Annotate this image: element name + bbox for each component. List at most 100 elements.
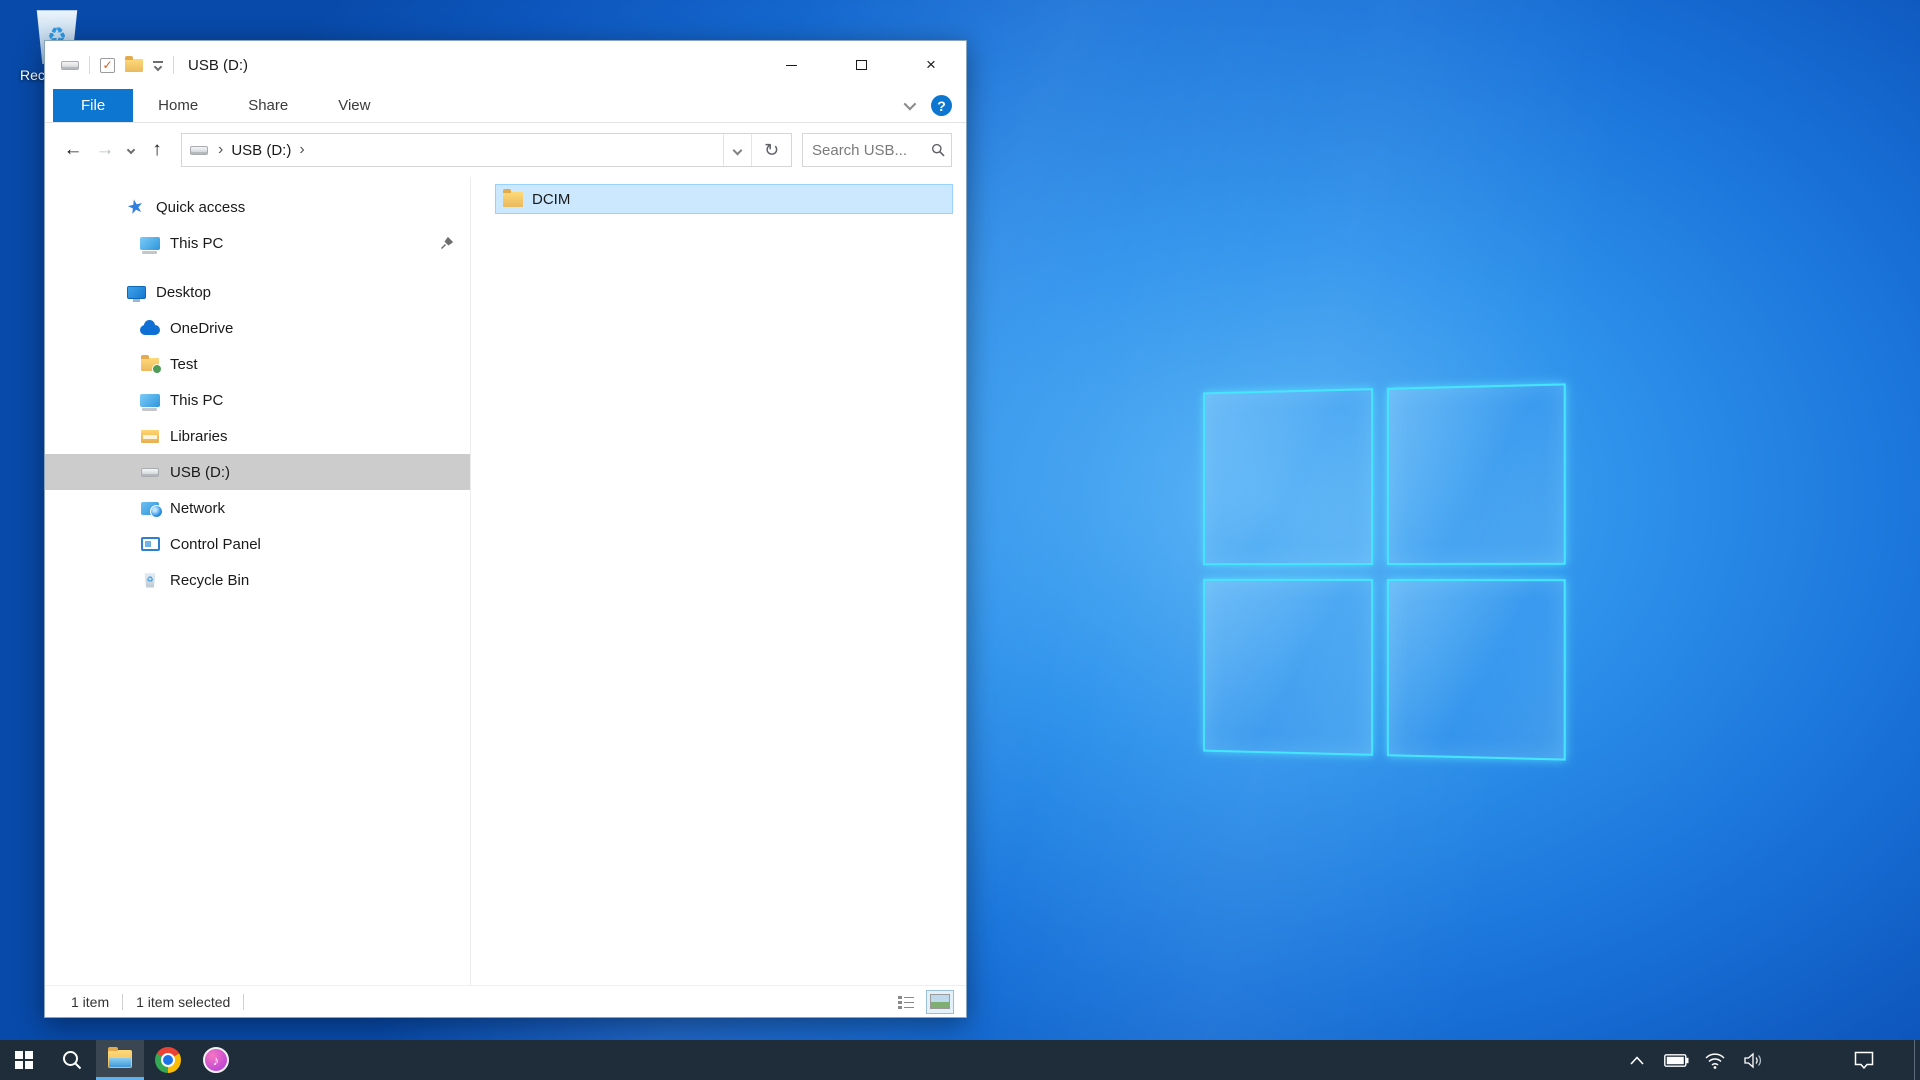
thumbnails-view-icon bbox=[930, 994, 950, 1009]
sidebar-item-label: Recycle Bin bbox=[170, 572, 249, 589]
sidebar-item-network[interactable]: Network bbox=[45, 490, 470, 526]
sidebar-item-label: OneDrive bbox=[170, 320, 233, 337]
sidebar-item-label: Control Panel bbox=[170, 536, 261, 553]
minimize-button[interactable] bbox=[756, 41, 826, 89]
usb-drive-icon bbox=[61, 61, 79, 70]
address-bar[interactable]: › USB (D:) › ↻ bbox=[181, 133, 792, 167]
title-bar[interactable]: ✓ USB (D:) × bbox=[45, 41, 966, 89]
tray-network-button[interactable] bbox=[1700, 1040, 1730, 1080]
chevron-down-icon bbox=[733, 145, 743, 155]
address-dropdown-button[interactable] bbox=[723, 134, 751, 166]
separator bbox=[122, 994, 123, 1010]
windows-logo-wallpaper bbox=[1203, 383, 1566, 760]
search-input[interactable] bbox=[812, 142, 931, 159]
taskbar-itunes-button[interactable]: ♪ bbox=[192, 1040, 240, 1080]
taskbar: ♪ bbox=[0, 1040, 1920, 1080]
system-tray bbox=[1622, 1040, 1920, 1080]
breadcrumb-separator: › bbox=[214, 141, 227, 159]
usb-drive-icon bbox=[141, 468, 159, 477]
file-explorer-icon bbox=[108, 1050, 132, 1068]
sidebar-item-this-pc-pinned[interactable]: This PC bbox=[45, 225, 470, 261]
monitor-icon bbox=[140, 394, 160, 407]
chrome-icon bbox=[155, 1047, 181, 1073]
breadcrumb-usb-drive[interactable]: USB (D:) bbox=[227, 142, 295, 159]
sidebar-item-libraries[interactable]: Libraries bbox=[45, 418, 470, 454]
sidebar-item-label: Network bbox=[170, 500, 225, 517]
logo-pane bbox=[1387, 579, 1566, 761]
item-count: 1 item bbox=[71, 994, 109, 1010]
separator bbox=[89, 56, 90, 74]
action-center-icon bbox=[1854, 1051, 1874, 1070]
windows-start-icon bbox=[15, 1051, 33, 1069]
window-title: USB (D:) bbox=[188, 57, 248, 74]
sidebar-item-control-panel[interactable]: Control Panel bbox=[45, 526, 470, 562]
refresh-button[interactable]: ↻ bbox=[751, 134, 791, 166]
tab-file[interactable]: File bbox=[53, 89, 133, 122]
tab-view[interactable]: View bbox=[313, 89, 395, 122]
folder-icon bbox=[503, 192, 523, 207]
tray-volume-button[interactable] bbox=[1739, 1040, 1769, 1080]
action-center-button[interactable] bbox=[1849, 1040, 1879, 1080]
show-desktop-button[interactable] bbox=[1914, 1040, 1920, 1080]
tab-home[interactable]: Home bbox=[133, 89, 223, 122]
new-folder-icon[interactable] bbox=[125, 59, 143, 72]
breadcrumb-separator[interactable]: › bbox=[295, 141, 308, 159]
details-view-icon bbox=[898, 995, 914, 1009]
expand-ribbon-icon[interactable] bbox=[904, 98, 917, 111]
logo-pane bbox=[1203, 579, 1373, 756]
details-view-button[interactable] bbox=[892, 990, 920, 1014]
pin-icon bbox=[439, 236, 454, 251]
battery-icon bbox=[1664, 1054, 1689, 1067]
sidebar-item-quick-access[interactable]: ★ Quick access bbox=[45, 189, 470, 225]
user-folder-icon bbox=[141, 358, 159, 371]
properties-check-icon[interactable]: ✓ bbox=[100, 58, 115, 73]
sidebar-item-desktop[interactable]: Desktop bbox=[45, 274, 470, 310]
tray-show-hidden-icons-button[interactable] bbox=[1622, 1040, 1652, 1080]
start-button[interactable] bbox=[0, 1040, 48, 1080]
help-icon[interactable]: ? bbox=[931, 95, 952, 116]
sidebar-item-label: Desktop bbox=[156, 284, 211, 301]
close-button[interactable]: × bbox=[896, 41, 966, 89]
taskbar-chrome-button[interactable] bbox=[144, 1040, 192, 1080]
file-name: DCIM bbox=[532, 191, 570, 208]
sidebar-item-label: USB (D:) bbox=[170, 464, 230, 481]
navigation-bar: ← → ↑ › USB (D:) › ↻ bbox=[45, 123, 966, 177]
quick-access-toolbar: ✓ bbox=[45, 56, 174, 74]
quick-access-star-icon: ★ bbox=[126, 196, 147, 218]
sidebar-item-label: Test bbox=[170, 356, 198, 373]
up-button[interactable]: ↑ bbox=[141, 134, 173, 166]
sidebar-item-usb-drive[interactable]: USB (D:) bbox=[45, 454, 470, 490]
navigation-pane: ★ Quick access This PC Desktop bbox=[45, 177, 470, 985]
file-list-pane[interactable]: DCIM bbox=[471, 177, 966, 985]
taskbar-file-explorer-button[interactable] bbox=[96, 1040, 144, 1080]
separator bbox=[173, 56, 174, 74]
desktop-icon bbox=[127, 286, 146, 299]
file-row-dcim-selected[interactable]: DCIM bbox=[495, 184, 953, 214]
maximize-button[interactable] bbox=[826, 41, 896, 89]
sidebar-item-label: This PC bbox=[170, 235, 223, 252]
logo-pane bbox=[1203, 388, 1373, 565]
recent-locations-dropdown-icon[interactable] bbox=[121, 134, 141, 166]
sidebar-item-this-pc[interactable]: This PC bbox=[45, 382, 470, 418]
customize-toolbar-dropdown-icon[interactable] bbox=[153, 61, 163, 70]
back-button[interactable]: ← bbox=[57, 134, 89, 166]
minimize-icon bbox=[786, 65, 797, 66]
sidebar-item-label: This PC bbox=[170, 392, 223, 409]
speaker-icon bbox=[1744, 1052, 1765, 1069]
forward-button: → bbox=[89, 134, 121, 166]
logo-pane bbox=[1387, 383, 1566, 565]
status-bar: 1 item 1 item selected bbox=[45, 985, 966, 1017]
thumbnails-view-button[interactable] bbox=[926, 990, 954, 1014]
selection-count: 1 item selected bbox=[136, 994, 230, 1010]
sidebar-item-onedrive[interactable]: OneDrive bbox=[45, 310, 470, 346]
taskbar-search-button[interactable] bbox=[48, 1040, 96, 1080]
onedrive-cloud-icon bbox=[140, 325, 160, 335]
search-box[interactable] bbox=[802, 133, 952, 167]
sidebar-item-recycle-bin[interactable]: ♻ Recycle Bin bbox=[45, 562, 470, 598]
ribbon-tab-bar: File Home Share View ? bbox=[45, 89, 966, 123]
search-icon[interactable] bbox=[931, 142, 945, 158]
sidebar-item-test-user[interactable]: Test bbox=[45, 346, 470, 382]
tray-battery-button[interactable] bbox=[1661, 1040, 1691, 1080]
tab-share[interactable]: Share bbox=[223, 89, 313, 122]
control-panel-icon bbox=[141, 537, 160, 551]
